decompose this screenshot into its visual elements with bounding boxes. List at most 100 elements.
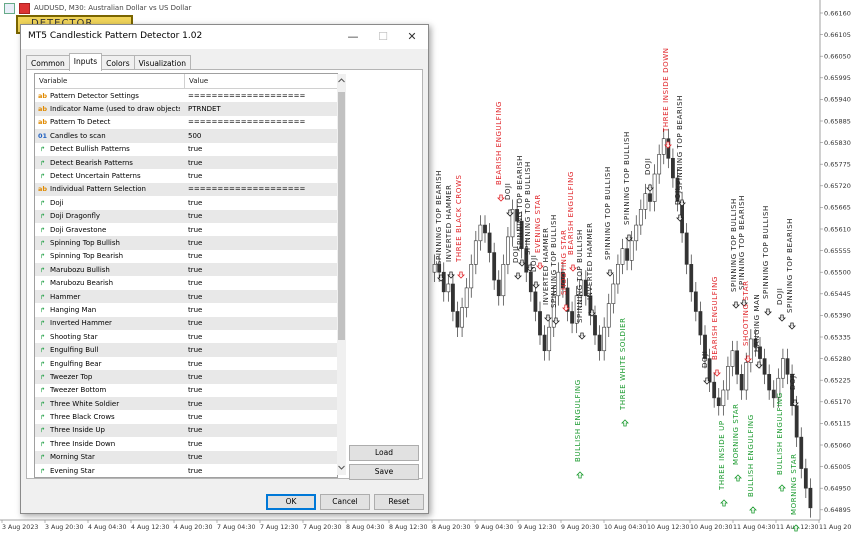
boolean-type-icon: ↱ <box>39 305 46 314</box>
cancel-button[interactable]: Cancel <box>320 494 370 510</box>
table-row[interactable]: ↱ Marubozu Bearish true <box>35 276 337 289</box>
table-row[interactable]: ↱ Engulfing Bear true <box>35 357 337 370</box>
table-row[interactable]: ↱ Tweezer Bottom true <box>35 384 337 397</box>
value-cell[interactable]: true <box>180 467 202 475</box>
arrow-down-icon <box>732 301 740 309</box>
chart-symbol-icon <box>19 2 30 14</box>
pattern-label: EVENING STAR <box>534 194 542 253</box>
table-row[interactable]: ↱ Detect Bearish Patterns true <box>35 155 337 170</box>
value-cell[interactable]: PTRNDET <box>180 105 221 113</box>
variable-cell: ↱ Hammer <box>35 293 180 301</box>
table-row[interactable]: ab Indicator Name (used to draw objects) P… <box>35 102 337 116</box>
table-row[interactable]: ↱ Evening Star true <box>35 464 337 477</box>
column-header-variable[interactable]: Variable <box>35 74 185 88</box>
value-cell[interactable]: ==================== <box>180 118 305 126</box>
variable-cell: ↱ Doji <box>35 199 180 207</box>
table-row[interactable]: ↱ Inverted Hammer true <box>35 316 337 331</box>
value-cell[interactable]: true <box>180 440 202 448</box>
pattern-label: HANGING MAN <box>753 294 761 352</box>
value-cell[interactable]: true <box>180 319 202 327</box>
pattern-label: SPINNING TOP BULLISH <box>730 198 738 292</box>
value-cell[interactable]: true <box>180 373 202 381</box>
table-row[interactable]: ↱ Hammer true <box>35 289 337 304</box>
bearish-candle <box>771 389 776 399</box>
variable-cell: ↱ Marubozu Bullish <box>35 266 180 274</box>
table-row[interactable]: ↱ Tweezer Top true <box>35 370 337 384</box>
table-row[interactable]: ↱ Three White Soldier true <box>35 396 337 411</box>
value-cell[interactable]: true <box>180 400 202 408</box>
table-row[interactable]: ↱ Doji true <box>35 196 337 209</box>
maximize-button[interactable]: ☐ <box>368 27 398 47</box>
value-cell[interactable]: true <box>180 306 202 314</box>
value-cell[interactable]: true <box>180 453 202 461</box>
table-row[interactable]: ab Pattern Detector Settings =============… <box>35 89 337 102</box>
table-row[interactable]: ↱ Doji Gravestone true <box>35 223 337 236</box>
table-row[interactable]: ↱ Doji Dragonfly true <box>35 209 337 223</box>
value-cell[interactable]: true <box>180 172 202 180</box>
table-row[interactable]: ab Pattern To Detect ==================== <box>35 116 337 129</box>
load-button[interactable]: Load <box>349 445 419 461</box>
scroll-up-icon[interactable] <box>337 76 346 86</box>
value-cell[interactable]: true <box>180 145 202 153</box>
time-label: 10 Aug 12:30 <box>647 524 689 531</box>
bearish-candle <box>808 487 813 509</box>
table-row[interactable]: ↱ Engulfing Bull true <box>35 343 337 357</box>
reset-button[interactable]: Reset <box>374 494 424 510</box>
vertical-scrollbar[interactable] <box>337 74 346 475</box>
value-cell[interactable]: 500 <box>180 132 201 140</box>
table-row[interactable]: ↱ Marubozu Bullish true <box>35 263 337 277</box>
boolean-type-icon: ↱ <box>39 386 46 395</box>
table-row[interactable]: ↱ Shooting Star true <box>35 330 337 343</box>
bullish-candle <box>620 248 625 265</box>
table-row[interactable]: ↱ Hanging Man true <box>35 303 337 316</box>
value-cell[interactable]: true <box>180 346 202 354</box>
save-button[interactable]: Save <box>349 464 419 480</box>
tab-inputs[interactable]: Inputs <box>68 53 103 71</box>
table-row[interactable]: ↱ Three Inside Up true <box>35 423 337 438</box>
table-row[interactable]: 01 Candles to scan 500 <box>35 129 337 143</box>
bearish-candle <box>483 224 487 234</box>
scrollbar-thumb[interactable] <box>338 92 345 340</box>
bullish-candle <box>638 209 643 226</box>
ok-button[interactable]: OK <box>266 494 316 510</box>
table-row[interactable]: ↱ Detect Bullish Patterns true <box>35 143 337 156</box>
value-cell[interactable]: true <box>180 360 202 368</box>
table-row[interactable]: ↱ Detect Uncertain Patterns true <box>35 169 337 182</box>
variable-name: Individual Pattern Selection <box>50 185 146 194</box>
bearish-candle <box>593 315 597 336</box>
variable-cell: ↱ Doji Dragonfly <box>35 212 180 220</box>
boolean-type-icon: ↱ <box>39 372 46 381</box>
arrow-up-icon <box>720 499 728 507</box>
value-cell[interactable]: true <box>180 226 202 234</box>
arrow-down-icon <box>606 269 614 277</box>
close-button[interactable]: ✕ <box>397 27 427 47</box>
boolean-type-icon: ↱ <box>39 172 46 181</box>
column-header-value[interactable]: Value <box>185 74 208 88</box>
value-cell[interactable]: true <box>180 239 202 247</box>
value-cell[interactable]: true <box>180 386 202 394</box>
scroll-down-icon[interactable] <box>337 463 346 473</box>
minimize-button[interactable]: — <box>338 27 368 47</box>
value-cell[interactable]: true <box>180 252 202 260</box>
value-cell[interactable]: true <box>180 266 202 274</box>
value-cell[interactable]: true <box>180 212 202 220</box>
table-row[interactable]: ↱ Three Inside Down true <box>35 437 337 450</box>
value-cell[interactable]: true <box>180 413 202 421</box>
value-cell[interactable]: true <box>180 199 202 207</box>
value-cell[interactable]: ==================== <box>180 92 305 100</box>
table-row[interactable]: ↱ Three Black Crows true <box>35 410 337 423</box>
value-cell[interactable]: ==================== <box>180 185 305 193</box>
table-row[interactable]: ab Individual Pattern Selection ==========… <box>35 182 337 197</box>
boolean-type-icon: ↱ <box>39 426 46 435</box>
value-cell[interactable]: true <box>180 159 202 167</box>
value-cell[interactable]: true <box>180 293 202 301</box>
value-cell[interactable]: true <box>180 333 202 341</box>
table-row[interactable]: ↱ Morning Star true <box>35 450 337 464</box>
pattern-label: SPINNING TOP BEARISH <box>516 155 524 250</box>
value-cell[interactable]: true <box>180 426 202 434</box>
bullish-candle <box>634 224 639 242</box>
table-row[interactable]: ↱ Spinning Top Bullish true <box>35 236 337 250</box>
bullish-candle <box>506 236 510 265</box>
value-cell[interactable]: true <box>180 279 202 287</box>
table-row[interactable]: ↱ Spinning Top Bearish true <box>35 250 337 263</box>
